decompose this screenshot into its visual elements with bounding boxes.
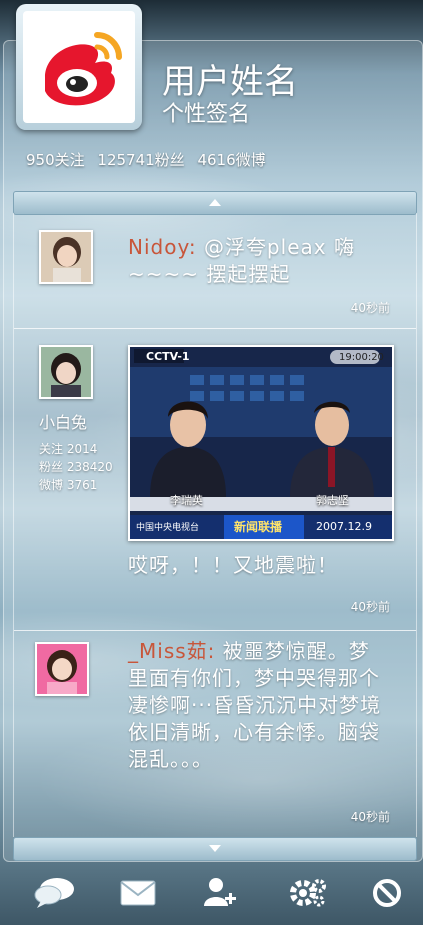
feed-nickname[interactable]: _Miss茹:: [128, 639, 215, 663]
arrow-up-icon: [209, 199, 221, 206]
feed-item[interactable]: 小白兔 关注 2014 粉丝 238420 微博 3761 CCTV-1 19:…: [14, 329, 416, 631]
block-icon: [373, 879, 401, 907]
user-avatar[interactable]: [39, 230, 93, 284]
feed-message: _Miss茹: 被噩梦惊醒。梦里面有你们，梦中哭得那个凄惨啊···昏昏沉沉中对梦…: [128, 638, 390, 773]
photo-station: 中国中央电视台: [136, 523, 200, 533]
user-avatar[interactable]: [35, 642, 89, 696]
photo-anchor-left: 李瑞英: [170, 494, 203, 507]
weibo-logo: [23, 11, 135, 123]
profile-signature: 个性签名: [162, 102, 251, 127]
settings-button[interactable]: [285, 872, 331, 914]
mail-icon: [120, 880, 156, 906]
feed-nickname[interactable]: Nidoy:: [128, 235, 197, 259]
photo-anchor-right: 郭志坚: [316, 494, 349, 507]
profile-stats: 950关注 125741粉丝 4616微博: [26, 149, 274, 170]
scroll-up-button[interactable]: [13, 191, 417, 215]
add-user-icon: [204, 878, 236, 906]
photo-date: 2007.12.9: [316, 520, 372, 533]
arrow-down-icon: [209, 845, 221, 852]
photo-channel: CCTV-1: [146, 350, 190, 363]
avatar-photo-icon: [41, 232, 91, 282]
settings-icon: [290, 879, 326, 907]
feed-item[interactable]: _Miss茹: 被噩梦惊醒。梦里面有你们，梦中哭得那个凄惨啊···昏昏沉沉中对梦…: [14, 631, 416, 837]
feed-list[interactable]: Nidoy: @浮夸pleax 嗨~~~~ 摆起摆起 40秒前 小白兔 关注 2…: [13, 213, 417, 837]
photo-clock: 19:00:20: [339, 352, 384, 363]
feed-message: Nidoy: @浮夸pleax 嗨~~~~ 摆起摆起: [128, 234, 390, 288]
profile-avatar[interactable]: [16, 4, 142, 130]
poster-followers: 粉丝 238420: [39, 460, 113, 474]
bottom-toolbar: [0, 862, 423, 925]
comments-icon: [34, 878, 74, 908]
avatar-photo-icon: [41, 347, 91, 397]
messages-button[interactable]: [115, 872, 161, 914]
feed-text: 哎呀，！！又地震啦！: [128, 553, 338, 577]
posts-count[interactable]: 4616微博: [197, 151, 265, 169]
scroll-down-button[interactable]: [13, 837, 417, 861]
weibo-logo-icon: [45, 32, 122, 106]
avatar-photo-icon: [37, 644, 87, 694]
feed-time: 40秒前: [350, 810, 390, 824]
poster-following: 关注 2014: [39, 442, 98, 456]
user-avatar[interactable]: [39, 345, 93, 399]
feed-time: 40秒前: [350, 301, 390, 315]
add-user-button[interactable]: [197, 872, 243, 914]
news-studio-image: [130, 347, 392, 539]
following-count[interactable]: 950关注: [26, 151, 85, 169]
followers-count[interactable]: 125741粉丝: [97, 151, 184, 169]
feed-item[interactable]: Nidoy: @浮夸pleax 嗨~~~~ 摆起摆起 40秒前: [14, 213, 416, 329]
block-button[interactable]: [364, 872, 410, 914]
feed-time: 40秒前: [350, 600, 390, 614]
poster-posts: 微博 3761: [39, 478, 98, 492]
poster-name[interactable]: 小白兔: [39, 409, 87, 433]
comments-button[interactable]: [32, 872, 78, 914]
photo-program: 新闻联播: [234, 520, 283, 534]
attached-photo[interactable]: CCTV-1 19:00:20 李瑞英 郭志坚 中国中央电视台 新闻联播 200…: [128, 345, 394, 541]
